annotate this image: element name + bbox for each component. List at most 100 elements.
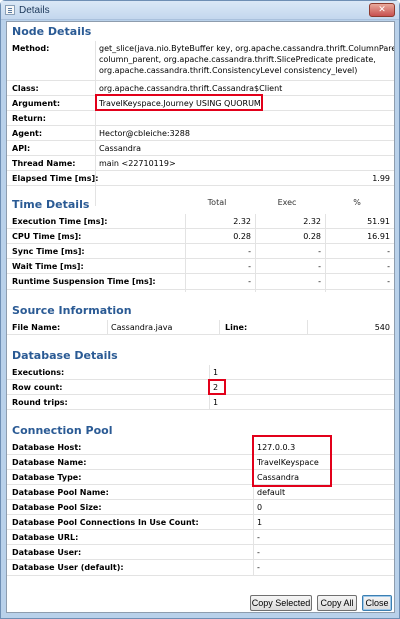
api-label: API: bbox=[12, 144, 31, 153]
agent-row[interactable]: Agent: Hector@cbleiche:3288 bbox=[7, 126, 394, 141]
argument-label: Argument: bbox=[12, 99, 61, 108]
database-pool-size-value: 0 bbox=[257, 503, 263, 512]
line-value: 540 bbox=[374, 323, 390, 332]
wait-time-percent: - bbox=[387, 262, 390, 271]
pool-connections-row[interactable]: Database Pool Connections In Use Count: … bbox=[7, 515, 394, 530]
database-details-title: Database Details bbox=[12, 349, 118, 362]
time-details-title: Time Details bbox=[12, 198, 90, 211]
database-host-row[interactable]: Database Host: 127.0.0.3 bbox=[7, 440, 394, 455]
window-icon bbox=[5, 5, 15, 15]
row-count-row[interactable]: Row count: 2 bbox=[7, 380, 394, 395]
database-user-default-row[interactable]: Database User (default): - bbox=[7, 560, 394, 576]
pool-connections-label: Database Pool Connections In Use Count: bbox=[12, 518, 199, 527]
database-name-row[interactable]: Database Name: TravelKeyspace bbox=[7, 455, 394, 470]
title-bar[interactable]: Details ✕ bbox=[1, 1, 399, 20]
source-divider-2 bbox=[219, 320, 220, 335]
execution-time-total: 2.32 bbox=[233, 217, 251, 226]
elapsed-time-value: 1.99 bbox=[372, 174, 390, 183]
row-count-label: Row count: bbox=[12, 383, 63, 392]
method-value-line-2: column_parent, org.apache.cassandra.thri… bbox=[99, 55, 376, 64]
agent-label: Agent: bbox=[12, 129, 43, 138]
database-user-default-label: Database User (default): bbox=[12, 563, 124, 572]
time-header-percent: % bbox=[353, 198, 361, 207]
line-label: Line: bbox=[225, 323, 248, 332]
thread-name-label: Thread Name: bbox=[12, 159, 76, 168]
api-row[interactable]: API: Cassandra bbox=[7, 141, 394, 156]
database-type-label: Database Type: bbox=[12, 473, 82, 482]
runtime-suspension-percent: - bbox=[387, 277, 390, 286]
close-icon[interactable]: ✕ bbox=[369, 3, 395, 17]
runtime-suspension-total: - bbox=[248, 277, 251, 286]
time-header-total: Total bbox=[207, 198, 227, 207]
pool-connections-value: 1 bbox=[257, 518, 263, 527]
wait-time-label: Wait Time [ms]: bbox=[12, 262, 84, 271]
elapsed-time-label: Elapsed Time [ms]: bbox=[12, 174, 99, 183]
sync-time-percent: - bbox=[387, 247, 390, 256]
execution-time-row[interactable]: Execution Time [ms]: 2.32 2.32 51.91 bbox=[7, 214, 394, 229]
elapsed-time-row[interactable]: Elapsed Time [ms]: 1.99 bbox=[7, 171, 394, 186]
database-type-row[interactable]: Database Type: Cassandra bbox=[7, 470, 394, 485]
source-divider-1 bbox=[107, 320, 108, 335]
database-pool-name-value: default bbox=[257, 488, 286, 497]
class-label: Class: bbox=[12, 84, 39, 93]
database-user-row[interactable]: Database User: - bbox=[7, 545, 394, 560]
wait-time-exec: - bbox=[318, 262, 321, 271]
return-row[interactable]: Return: bbox=[7, 111, 394, 126]
api-value: Cassandra bbox=[99, 144, 142, 153]
cpu-time-label: CPU Time [ms]: bbox=[12, 232, 82, 241]
execution-time-label: Execution Time [ms]: bbox=[12, 217, 108, 226]
sync-time-row[interactable]: Sync Time [ms]: - - - bbox=[7, 244, 394, 259]
round-trips-row[interactable]: Round trips: 1 bbox=[7, 395, 394, 410]
round-trips-value: 1 bbox=[213, 398, 219, 407]
cpu-time-total: 0.28 bbox=[233, 232, 251, 241]
node-details-title: Node Details bbox=[12, 25, 92, 38]
file-name-value: Cassandra.java bbox=[111, 323, 173, 332]
database-name-label: Database Name: bbox=[12, 458, 87, 467]
executions-value: 1 bbox=[213, 368, 219, 377]
return-label: Return: bbox=[12, 114, 46, 123]
details-window: Details ✕ Node Details Method: get_slice… bbox=[0, 0, 400, 619]
database-url-row[interactable]: Database URL: - bbox=[7, 530, 394, 545]
wait-time-row[interactable]: Wait Time [ms]: - - - bbox=[7, 259, 394, 274]
database-pool-name-label: Database Pool Name: bbox=[12, 488, 109, 497]
close-button[interactable]: Close bbox=[362, 595, 392, 611]
sync-time-total: - bbox=[248, 247, 251, 256]
sync-time-label: Sync Time [ms]: bbox=[12, 247, 85, 256]
argument-highlight bbox=[95, 94, 263, 111]
method-value-line-1: get_slice(java.nio.ByteBuffer key, org.a… bbox=[99, 44, 395, 53]
details-panel: Node Details Method: get_slice(java.nio.… bbox=[6, 21, 395, 613]
database-pool-size-row[interactable]: Database Pool Size: 0 bbox=[7, 500, 394, 515]
time-header-exec: Exec bbox=[277, 198, 297, 207]
runtime-suspension-exec: - bbox=[318, 277, 321, 286]
connection-highlight bbox=[252, 435, 332, 487]
execution-time-percent: 51.91 bbox=[367, 217, 390, 226]
method-label: Method: bbox=[12, 44, 50, 53]
method-row[interactable]: Method: get_slice(java.nio.ByteBuffer ke… bbox=[7, 41, 394, 81]
copy-selected-button[interactable]: Copy Selected bbox=[250, 595, 312, 611]
copy-all-button[interactable]: Copy All bbox=[317, 595, 357, 611]
runtime-suspension-row[interactable]: Runtime Suspension Time [ms]: - - - bbox=[7, 274, 394, 290]
database-url-label: Database URL: bbox=[12, 533, 79, 542]
thread-name-value: main <22710119> bbox=[99, 159, 176, 168]
database-user-label: Database User: bbox=[12, 548, 82, 557]
executions-row[interactable]: Executions: 1 bbox=[7, 365, 394, 380]
file-name-label: File Name: bbox=[12, 323, 61, 332]
method-value-line-3: org.apache.cassandra.thrift.ConsistencyL… bbox=[99, 66, 358, 75]
round-trips-label: Round trips: bbox=[12, 398, 68, 407]
database-pool-size-label: Database Pool Size: bbox=[12, 503, 102, 512]
database-user-default-value: - bbox=[257, 563, 260, 572]
source-file-row[interactable]: File Name: Cassandra.java Line: 540 bbox=[7, 320, 394, 335]
source-information-title: Source Information bbox=[12, 304, 132, 317]
row-count-highlight bbox=[208, 379, 226, 395]
database-url-value: - bbox=[257, 533, 260, 542]
cpu-time-exec: 0.28 bbox=[303, 232, 321, 241]
agent-value: Hector@cbleiche:3288 bbox=[99, 129, 190, 138]
sync-time-exec: - bbox=[318, 247, 321, 256]
cpu-time-row[interactable]: CPU Time [ms]: 0.28 0.28 16.91 bbox=[7, 229, 394, 244]
execution-time-exec: 2.32 bbox=[303, 217, 321, 226]
database-host-label: Database Host: bbox=[12, 443, 82, 452]
database-user-value: - bbox=[257, 548, 260, 557]
thread-name-row[interactable]: Thread Name: main <22710119> bbox=[7, 156, 394, 171]
database-pool-name-row[interactable]: Database Pool Name: default bbox=[7, 485, 394, 500]
runtime-suspension-label: Runtime Suspension Time [ms]: bbox=[12, 277, 156, 286]
